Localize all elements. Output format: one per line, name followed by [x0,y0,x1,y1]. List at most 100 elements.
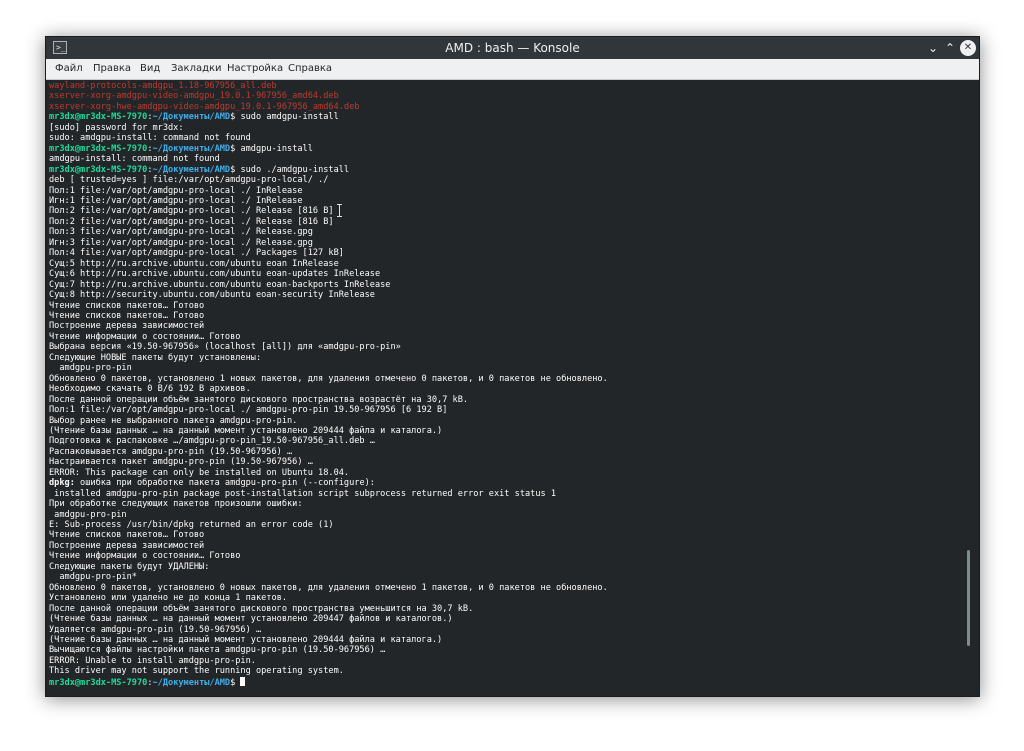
terminal-line: Необходимо скачать 0 B/6 192 B архивов. [49,384,964,394]
terminal-line: deb [ trusted=yes ] file:/var/opt/amdgpu… [49,175,964,185]
prompt-path: ~/Документы/AMD [152,164,231,175]
terminal-text: $ amdgpu-install [230,143,313,154]
scrollbar-handle[interactable] [967,550,970,646]
maximize-icon[interactable]: ⌃ [942,40,958,56]
terminal-line: Выбрана версия «19.50-967956» (localhost… [49,342,964,352]
terminal-text: Чтение информации о состоянии… Готово [49,551,241,562]
menu-bookmarks[interactable]: Закладки [171,59,222,79]
close-icon[interactable]: ✕ [960,40,976,56]
terminal-line: Построение дерева зависимостей [49,321,964,331]
terminal-line: Обновлено 0 пакетов, установлено 0 новых… [49,583,964,593]
prompt-path: ~/Документы/AMD [152,143,231,154]
terminal-line: Пол:2 file:/var/opt/amdgpu-pro-local ./ … [49,206,964,216]
terminal-line: Сущ:5 http://ru.archive.ubuntu.com/ubunt… [49,259,964,269]
terminal-text: amdgpu-pro-pin* [49,572,137,583]
terminal-line: Вычищаются файлы настройки пакета amdgpu… [49,645,964,655]
terminal-line: Сущ:7 http://ru.archive.ubuntu.com/ubunt… [49,280,964,290]
terminal-line: [sudo] password for mr3dx: [49,123,964,133]
file-name-text: xserver-xorg-hwe-amdgpu-video-amdgpu_19.… [49,101,360,112]
title-bar[interactable]: >_ AMD : bash — Konsole ⌄ ⌃ ✕ [46,37,979,59]
terminal-line: This driver may not support the running … [49,666,964,676]
terminal-line: Пол:4 file:/var/opt/amdgpu-pro-local ./ … [49,248,964,258]
terminal-text: Построение дерева зависимостей [49,321,205,332]
terminal-text: This driver may not support the running … [49,666,344,677]
terminal-line: Следующие НОВЫЕ пакеты будут установлены… [49,353,964,363]
terminal-line: Обновлено 0 пакетов, установлено 1 новых… [49,374,964,384]
terminal-line: amdgpu-pro-pin [49,363,964,373]
terminal-line: Чтение списков пакетов… Готово [49,530,964,540]
terminal-line: (Чтение базы данных … на данный момент у… [49,614,964,624]
terminal-text: (Чтение базы данных … на данный момент у… [49,425,443,436]
terminal-line: xserver-xorg-amdgpu-video-amdgpu_19.0.1-… [49,91,964,101]
terminal-line: (Чтение базы данных … на данный момент у… [49,635,964,645]
menu-file[interactable]: Файл [55,59,83,79]
terminal-line: При обработке следующих пакетов произошл… [49,499,964,509]
terminal-text: После данной операции объём занятого дис… [49,603,474,614]
terminal-line: dpkg: ошибка при обработке пакета amdgpu… [49,478,964,488]
menu-settings[interactable]: Настройка [227,59,283,79]
terminal-line: mr3dx@mr3dx-MS-7970:~/Документы/AMD$ sud… [49,112,964,122]
terminal-line: Пол:1 file:/var/opt/amdgpu-pro-local ./ … [49,186,964,196]
prompt-user-host: mr3dx@mr3dx-MS-7970 [49,677,148,688]
terminal-line: amdgpu-install: command not found [49,154,964,164]
terminal-text: sudo: amdgpu-install: command not found [49,133,251,144]
terminal-line: amdgpu-pro-pin* [49,572,964,582]
terminal-text: Чтение информации о состоянии… Готово [49,331,241,342]
terminal-text: Пол:3 file:/var/opt/amdgpu-pro-local ./ … [49,227,313,238]
terminal-line: Распаковывается amdgpu-pro-pin (19.50-96… [49,447,964,457]
menu-edit[interactable]: Правка [93,59,131,79]
terminal-text: ошибка при обработке пакета amdgpu-pro-p… [74,478,375,489]
terminal-text: Построение дерева зависимостей [49,540,205,551]
terminal-text: Пол:1 file:/var/opt/amdgpu-pro-local ./ … [49,405,448,416]
terminal-text: $ [230,677,241,688]
terminal-text: Игн:3 file:/var/opt/amdgpu-pro-local ./ … [49,237,313,248]
menu-view[interactable]: Вид [140,59,160,79]
terminal-text: При обработке следующих пакетов произошл… [49,499,303,510]
terminal-line: ERROR: Unable to install amdgpu-pro-pin. [49,656,964,666]
menu-help[interactable]: Справка [288,59,332,79]
terminal-line: Настраивается пакет amdgpu-pro-pin (19.5… [49,457,964,467]
terminal-line: Сущ:6 http://ru.archive.ubuntu.com/ubunt… [49,269,964,279]
terminal-line: После данной операции объём занятого дис… [49,395,964,405]
terminal-text: Выбор ранее не выбранного пакета amdgpu-… [49,415,298,426]
terminal-text: (Чтение базы данных … на данный момент у… [49,635,443,646]
terminal-line: После данной операции объём занятого дис… [49,604,964,614]
terminal-line: (Чтение базы данных … на данный момент у… [49,426,964,436]
terminal-text: amdgpu-pro-pin [49,363,132,374]
terminal-text: installed amdgpu-pro-pin package post-in… [49,488,557,499]
terminal-line: Построение дерева зависимостей [49,541,964,551]
minimize-icon[interactable]: ⌄ [925,40,941,56]
terminal-line: installed amdgpu-pro-pin package post-in… [49,489,964,499]
terminal-line: E: Sub-process /usr/bin/dpkg returned an… [49,520,964,530]
terminal-line: wayland-protocols-amdgpu_1.18-967956_all… [49,81,964,91]
terminal-line: mr3dx@mr3dx-MS-7970:~/Документы/AMD$ sud… [49,165,964,175]
terminal-line: Пол:1 file:/var/opt/amdgpu-pro-local ./ … [49,405,964,415]
prompt-user-host: mr3dx@mr3dx-MS-7970 [49,112,148,123]
terminal-text: [sudo] password for mr3dx: [49,122,184,133]
terminal-text: Сущ:5 http://ru.archive.ubuntu.com/ubunt… [49,258,339,269]
terminal-line: Следующие пакеты будут УДАЛЕНЫ: [49,562,964,572]
terminal-text: Выбрана версия «19.50-967956» (localhost… [49,342,401,353]
terminal-line: Игн:3 file:/var/opt/amdgpu-pro-local ./ … [49,238,964,248]
terminal-text: Пол:2 file:/var/opt/amdgpu-pro-local ./ … [49,216,334,227]
terminal-line: Выбор ранее не выбранного пакета amdgpu-… [49,416,964,426]
terminal-text: amdgpu-install: command not found [49,154,220,165]
terminal-text: Сущ:6 http://ru.archive.ubuntu.com/ubunt… [49,269,381,280]
konsole-window: >_ AMD : bash — Konsole ⌄ ⌃ ✕ Файл Правк… [45,36,980,697]
terminal-line: Подготовка к распаковке …/amdgpu-pro-pin… [49,436,964,446]
terminal-text: $ sudo amdgpu-install [230,112,339,123]
terminal-line: sudo: amdgpu-install: command not found [49,133,964,143]
file-name-text: xserver-xorg-amdgpu-video-amdgpu_19.0.1-… [49,91,339,102]
terminal-text: Вычищаются файлы настройки пакета amdgpu… [49,645,386,656]
terminal-line: mr3dx@mr3dx-MS-7970:~/Документы/AMD$ amd… [49,144,964,154]
prompt-user-host: mr3dx@mr3dx-MS-7970 [49,164,148,175]
terminal-text: ERROR: This package can only be installe… [49,467,350,478]
terminal-text: Следующие пакеты будут УДАЛЕНЫ: [49,561,210,572]
terminal-area[interactable]: wayland-protocols-amdgpu_1.18-967956_all… [46,80,979,696]
terminal-text: Игн:1 file:/var/opt/amdgpu-pro-local ./ … [49,195,303,206]
terminal-text: Обновлено 0 пакетов, установлено 0 новых… [49,582,608,593]
terminal-text: (Чтение базы данных … на данный момент у… [49,614,453,625]
terminal-text: Установлено или удалено не до конца 1 па… [49,593,287,604]
terminal-text: E: Sub-process /usr/bin/dpkg returned an… [49,520,334,531]
text-cursor [240,676,246,686]
